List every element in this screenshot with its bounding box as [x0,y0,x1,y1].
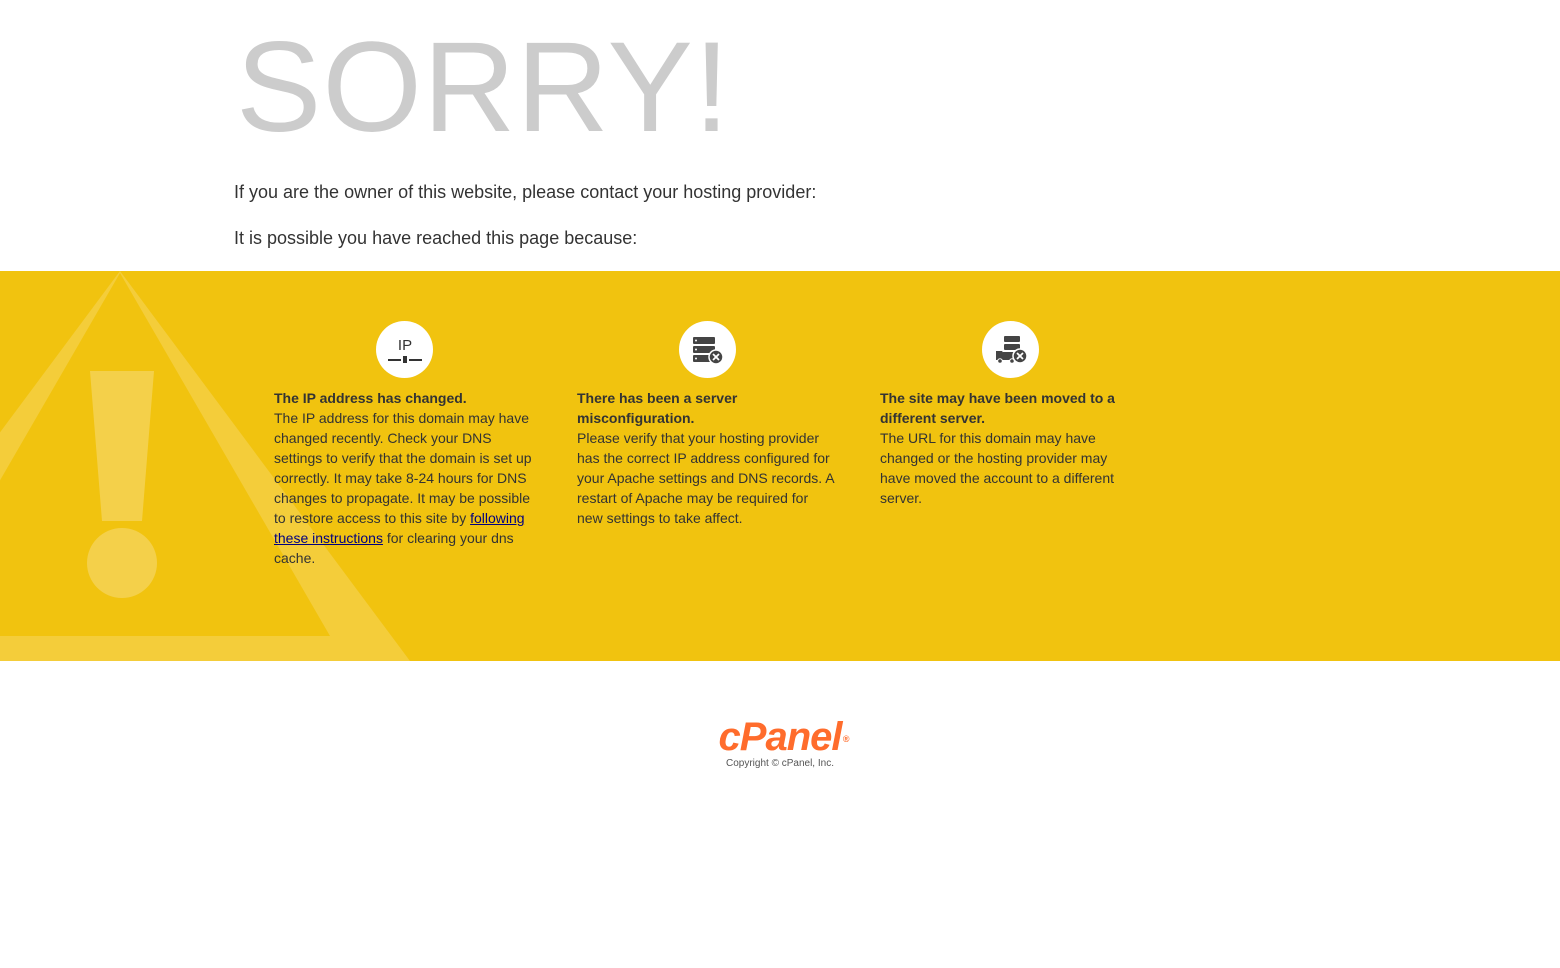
reasons-band: IP The IP address has changed. The IP ad… [0,271,1560,661]
ip-icon-badge: IP [376,321,433,378]
server-error-icon [692,336,724,365]
server-error-icon-badge [679,321,736,378]
reason-site-moved: The site may have been moved to a differ… [880,321,1140,508]
reason-body: The IP address for this domain may have … [274,410,532,526]
owner-message: If you are the owner of this website, pl… [234,182,817,202]
reasons-intro: It is possible you have reached this pag… [234,228,638,248]
server-moved-icon [995,335,1028,364]
reason-title: The site may have been moved to a differ… [880,390,1115,426]
logo-text: cPanel [718,715,843,759]
reason-server-misconfiguration: There has been a server misconfiguration… [577,321,837,528]
reason-title: The IP address has changed. [274,390,467,406]
ip-icon: IP [387,337,422,363]
reason-body: Please verify that your hosting provider… [577,430,834,526]
reason-body: The URL for this domain may have changed… [880,430,1115,506]
registered-mark: ® [842,734,850,744]
reason-ip-changed: IP The IP address has changed. The IP ad… [274,321,534,568]
ip-icon-text: IP [397,337,411,354]
footer: cPanel ® Copyright © cPanel, Inc. [0,715,1560,769]
server-moved-icon-badge [982,321,1039,378]
reason-title: There has been a server misconfiguration… [577,390,738,426]
copyright: Copyright © cPanel, Inc. [726,758,834,769]
cpanel-logo: cPanel ® [718,715,850,759]
page-title: SORRY! [236,16,731,159]
